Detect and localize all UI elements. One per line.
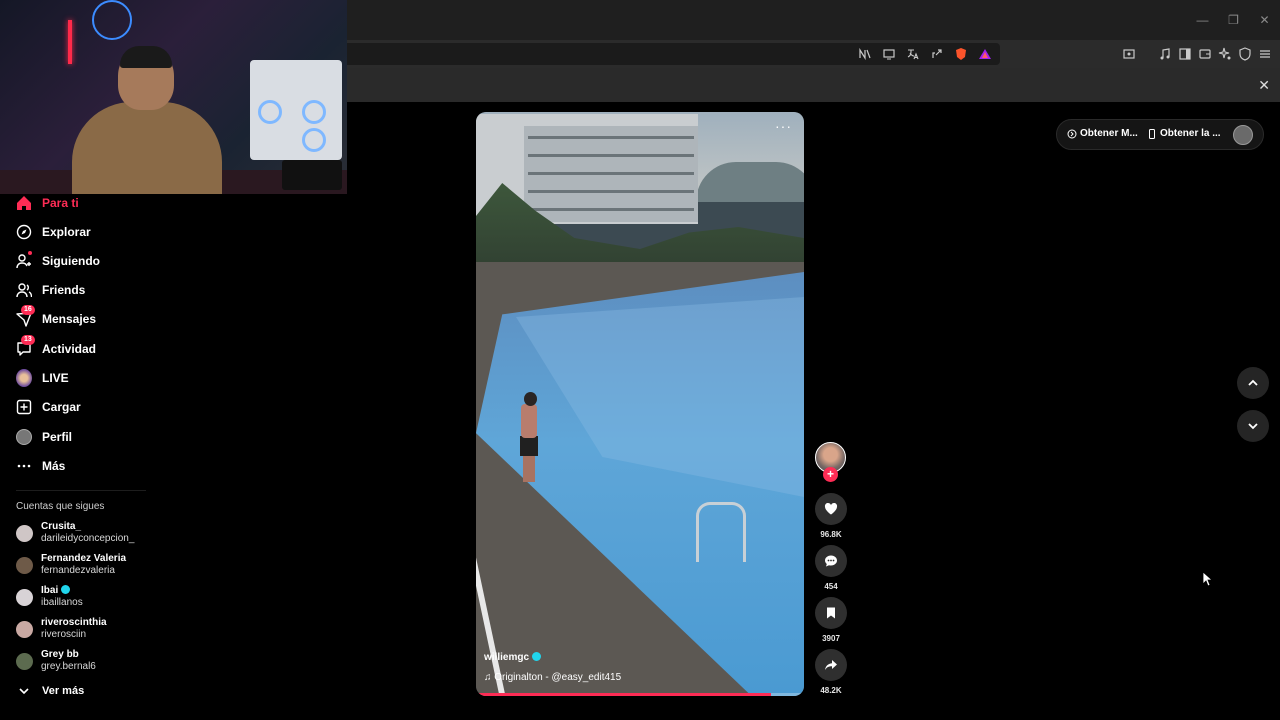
video-progress-fill <box>476 693 772 696</box>
sidebar-item-siguiendo[interactable]: Siguiendo <box>16 249 100 273</box>
compass-icon <box>16 224 32 240</box>
minimize-button[interactable]: — <box>1187 13 1218 27</box>
follow-button[interactable]: + <box>823 467 838 482</box>
account-avatar <box>16 653 33 670</box>
messages-icon: 16 <box>16 305 35 327</box>
screenshot-icon[interactable] <box>1122 47 1136 61</box>
heart-icon <box>824 502 838 515</box>
sidebar-item-friends[interactable]: Friends <box>16 278 85 302</box>
sidebar-toggle-icon[interactable] <box>1178 47 1192 61</box>
phone-icon <box>1149 128 1155 139</box>
person <box>518 392 540 482</box>
stream-deck <box>282 160 342 190</box>
leo-ai-icon[interactable] <box>1218 47 1232 61</box>
profile-avatar-icon <box>16 429 32 445</box>
comment-count: 454 <box>824 582 838 591</box>
pc-case <box>250 60 342 160</box>
get-coins-button[interactable]: Obtener M... <box>1067 128 1138 139</box>
toolbar-right-icons <box>1122 40 1272 68</box>
sidebar-item-para-ti[interactable]: Para ti <box>16 191 79 215</box>
upload-icon <box>16 399 32 415</box>
previous-video-button[interactable] <box>1237 367 1269 399</box>
video-more-button[interactable]: ··· <box>775 118 792 134</box>
sidebar-item-mas[interactable]: Más <box>16 454 65 478</box>
window-controls: — ❐ ✕ <box>1187 0 1280 40</box>
infobar-close-button[interactable]: ✕ <box>1258 77 1270 94</box>
get-app-button[interactable]: Obtener la ... <box>1147 128 1221 139</box>
video-player[interactable]: ··· williemgc ♫ Originalton - @easy_edit… <box>476 112 804 696</box>
cast-icon[interactable] <box>882 47 896 61</box>
media-icon[interactable] <box>1158 47 1172 61</box>
friends-icon <box>16 282 32 298</box>
chevron-down-icon <box>16 683 32 699</box>
address-bar[interactable] <box>340 43 1000 65</box>
comment-button[interactable] <box>815 545 847 577</box>
sidebar-item-cargar[interactable]: Cargar <box>16 395 81 419</box>
user-avatar[interactable] <box>1233 125 1253 145</box>
share-page-icon[interactable] <box>930 47 944 61</box>
sidebar-item-actividad[interactable]: 13 Actividad <box>16 335 96 361</box>
sidebar-divider <box>16 490 146 491</box>
account-avatar <box>16 525 33 542</box>
next-video-button[interactable] <box>1237 410 1269 442</box>
like-count: 96.8K <box>820 530 842 539</box>
account-avatar <box>16 589 33 606</box>
see-more-button[interactable]: Ver más <box>16 680 84 702</box>
webcam-overlay <box>0 0 347 194</box>
following-icon <box>16 251 32 269</box>
more-icon <box>16 458 32 474</box>
comment-icon <box>825 555 837 567</box>
account-avatar <box>16 621 33 638</box>
bookmark-icon <box>827 607 835 619</box>
music-note-icon: ♫ <box>484 672 495 683</box>
account-avatar <box>16 557 33 574</box>
save-count: 3907 <box>822 634 840 643</box>
sidebar-item-explorar[interactable]: Explorar <box>16 220 91 244</box>
live-avatar-icon <box>16 369 32 387</box>
video-sound[interactable]: ♫ Originalton - @easy_edit415 <box>484 672 621 683</box>
share-icon <box>825 660 837 670</box>
close-window-button[interactable]: ✕ <box>1249 13 1280 27</box>
verified-icon <box>61 585 71 594</box>
brave-rewards-icon[interactable] <box>978 47 992 61</box>
menu-icon[interactable] <box>1258 47 1272 61</box>
share-button[interactable] <box>815 649 847 681</box>
like-button[interactable] <box>815 493 847 525</box>
verified-icon <box>532 652 542 661</box>
sidebar-item-live[interactable]: LIVE <box>16 366 69 390</box>
chevron-down-icon <box>1248 423 1258 430</box>
chevron-up-icon <box>1248 379 1258 386</box>
neon-sign <box>92 0 132 40</box>
no-tracking-icon[interactable] <box>858 47 872 61</box>
mouse-cursor-icon <box>1202 571 1214 592</box>
coin-icon <box>1067 129 1077 138</box>
sidebar-item-perfil[interactable]: Perfil <box>16 425 72 449</box>
top-right-actions: Obtener M... Obtener la ... <box>1056 119 1264 150</box>
following-section-title: Cuentas que sigues <box>16 501 105 512</box>
activity-icon: 13 <box>16 335 35 357</box>
messages-badge: 16 <box>21 305 35 315</box>
restore-button[interactable]: ❐ <box>1218 13 1249 27</box>
activity-badge: 13 <box>21 335 35 345</box>
share-count: 48.2K <box>820 686 842 695</box>
wallet-icon[interactable] <box>1198 47 1212 61</box>
home-icon <box>16 195 32 211</box>
brave-shield-icon[interactable] <box>954 47 968 61</box>
translate-icon[interactable] <box>906 47 920 61</box>
save-button[interactable] <box>815 597 847 629</box>
video-author[interactable]: williemgc <box>484 652 542 663</box>
sidebar-item-mensajes[interactable]: 16 Mensajes <box>16 305 96 331</box>
vpn-icon[interactable] <box>1238 47 1252 61</box>
streamer <box>62 42 222 194</box>
